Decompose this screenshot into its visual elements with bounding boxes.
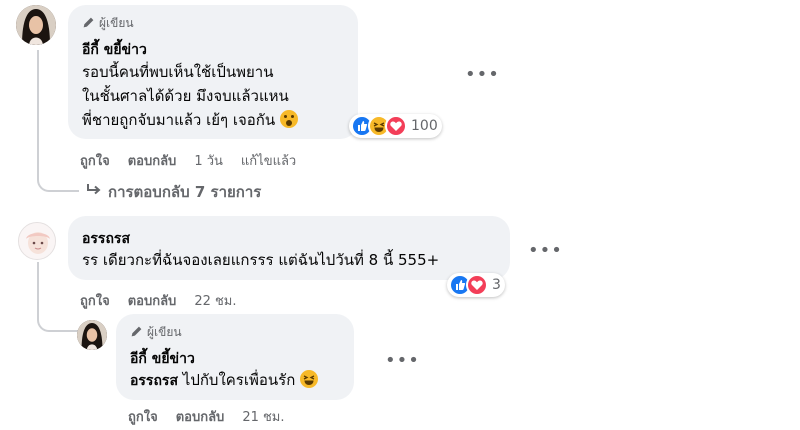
reaction-summary[interactable]: 3 (447, 273, 505, 297)
thread-line (37, 262, 39, 314)
laughing-emoji-icon (300, 370, 319, 388)
more-options-icon[interactable]: ••• (385, 350, 420, 371)
like-button[interactable]: ถูกใจ (128, 406, 158, 427)
comment-line: ในชั้นศาลได้ด้วย มึงจบแล้วแหน (82, 87, 289, 105)
like-button[interactable]: ถูกใจ (80, 290, 110, 311)
love-reaction-icon (466, 274, 488, 296)
view-replies-link[interactable]: การตอบกลับ 7 รายการ (86, 180, 261, 204)
timestamp[interactable]: 21 ชม. (242, 406, 284, 427)
comment-text: รร เดียวกะที่ฉันจองเลยแกรรร แต่ฉันไปวันท… (82, 251, 440, 269)
love-reaction-icon (385, 115, 407, 137)
reply-text: ไปกับใครเพื่อนรัก (182, 371, 296, 389)
reaction-count: 3 (492, 277, 501, 293)
reply-bubble: ผู้เขียน อีกี้ ขยี้ข่าว อรรถรส ไปกับใครเ… (116, 314, 354, 400)
like-button[interactable]: ถูกใจ (80, 150, 110, 171)
surprised-emoji-icon (279, 110, 298, 128)
reply-button[interactable]: ตอบกลับ (128, 150, 177, 171)
thread-line (37, 50, 39, 174)
author-badge-label: ผู้เขียน (99, 16, 134, 30)
avatar[interactable] (16, 5, 56, 45)
comment-bubble: ผู้เขียน อีกี้ ขยี้ข่าว รอบนี้คนที่พบเห็… (68, 5, 358, 139)
comment-author-name[interactable]: อีกี้ ขยี้ข่าว (82, 39, 147, 61)
timestamp[interactable]: 22 ชม. (194, 290, 236, 311)
author-badge: ผู้เขียน (82, 14, 134, 33)
avatar[interactable] (77, 320, 107, 350)
comment-text: อรรถรส ไปกับใครเพื่อนรัก (130, 368, 319, 393)
edited-label[interactable]: แก้ไขแล้ว (241, 150, 296, 171)
comment-line: พี่ชายถูกจับมาแล้ว เย้ๆ เจอกัน (82, 108, 298, 132)
reply-button[interactable]: ตอบกลับ (176, 406, 225, 427)
comment-line: รอบนี้คนที่พบเห็นใช้เป็นพยาน (82, 63, 274, 81)
comment-actions: ถูกใจ ตอบกลับ 21 ชม. (128, 406, 303, 427)
comment-author-name[interactable]: อีกี้ ขยี้ข่าว (130, 348, 195, 370)
comment-actions: ถูกใจ ตอบกลับ 22 ชม. (80, 290, 255, 311)
more-options-icon[interactable]: ••• (528, 240, 563, 261)
thread-curve (37, 168, 79, 192)
comment-text: รอบนี้คนที่พบเห็นใช้เป็นพยาน ในชั้นศาลได… (82, 60, 298, 132)
timestamp[interactable]: 1 วัน (194, 150, 223, 171)
more-options-icon[interactable]: ••• (465, 64, 500, 85)
thread-curve (37, 308, 79, 332)
pencil-icon (130, 325, 143, 341)
comment-author-name[interactable]: อรรถรส (82, 228, 130, 250)
reaction-summary[interactable]: 100 (349, 114, 442, 138)
reply-button[interactable]: ตอบกลับ (128, 290, 177, 311)
mention-link[interactable]: อรรถรส (130, 373, 178, 389)
author-badge: ผู้เขียน (130, 323, 182, 342)
comment-bubble: อรรถรส รร เดียวกะที่ฉันจองเลยแกรรร แต่ฉั… (68, 216, 510, 280)
avatar[interactable] (18, 222, 56, 260)
reply-arrow-icon (86, 183, 102, 201)
pencil-icon (82, 16, 95, 32)
view-replies-label: การตอบกลับ 7 รายการ (108, 183, 262, 201)
comment-actions: ถูกใจ ตอบกลับ 1 วัน แก้ไขแล้ว (80, 150, 314, 171)
reaction-count: 100 (411, 118, 438, 134)
author-badge-label: ผู้เขียน (147, 325, 182, 339)
